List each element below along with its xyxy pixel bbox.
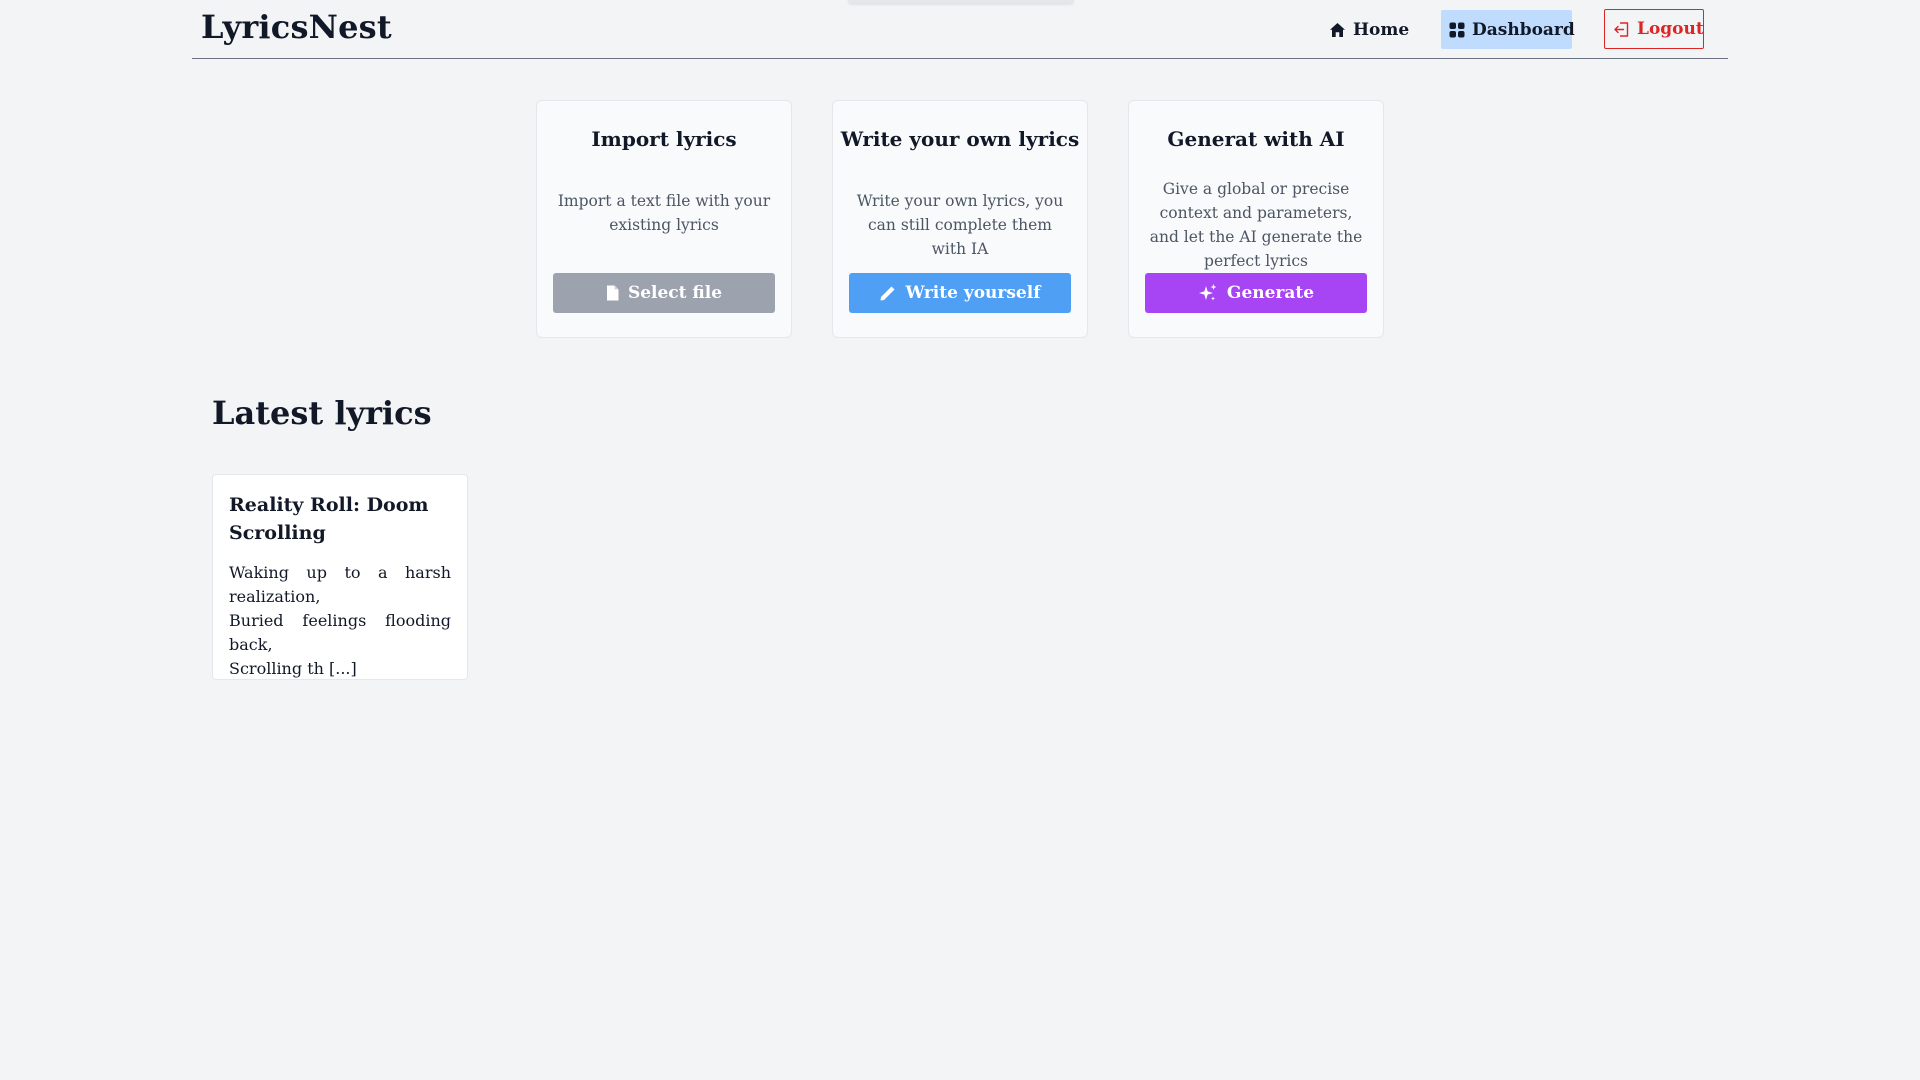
home-icon <box>1330 22 1345 37</box>
card-description: Give a global or precise context and par… <box>1149 180 1363 270</box>
lyric-excerpt: Waking up to a harsh realization, Buried… <box>229 563 451 678</box>
nav-home-link[interactable]: Home <box>1321 10 1411 49</box>
card-description: Import a text file with your existing ly… <box>557 192 771 234</box>
dashboard-grid-icon <box>1449 22 1465 37</box>
nav-dashboard-label: Dashboard <box>1472 19 1575 40</box>
sparkles-icon <box>1198 284 1217 301</box>
button-label: Generate <box>1226 283 1315 303</box>
generate-ai-card: Generat with AI Give a global or precise… <box>1128 100 1384 338</box>
app-logo[interactable]: LyricsNest <box>201 8 392 46</box>
card-description: Write your own lyrics, you can still com… <box>856 192 1064 258</box>
card-title: Write your own lyrics <box>840 127 1080 151</box>
logout-button[interactable]: Logout <box>1604 9 1704 49</box>
pencil-icon <box>880 286 895 300</box>
nav-home-label: Home <box>1353 19 1410 40</box>
select-file-button[interactable]: Select file <box>553 273 775 313</box>
button-label: Write yourself <box>905 283 1041 303</box>
lyric-card[interactable]: Reality Roll: Doom Scrolling Waking up t… <box>212 474 468 680</box>
button-label: Select file <box>627 283 723 303</box>
logout-icon <box>1614 21 1629 37</box>
generate-button[interactable]: Generate <box>1145 273 1367 313</box>
latest-lyrics-heading: Latest lyrics <box>212 394 432 432</box>
write-lyrics-card: Write your own lyrics Write your own lyr… <box>832 100 1088 338</box>
import-lyrics-card: Import lyrics Import a text file with yo… <box>536 100 792 338</box>
navbar: LyricsNest Home Dashboard Logout <box>192 0 1728 59</box>
file-icon <box>606 285 619 301</box>
nav-dashboard-link[interactable]: Dashboard <box>1441 10 1575 49</box>
card-title: Generat with AI <box>1167 127 1345 151</box>
lyric-title: Reality Roll: Doom Scrolling <box>229 494 429 544</box>
write-yourself-button[interactable]: Write yourself <box>849 273 1071 313</box>
card-title: Import lyrics <box>591 127 737 151</box>
logout-label: Logout <box>1637 19 1704 39</box>
